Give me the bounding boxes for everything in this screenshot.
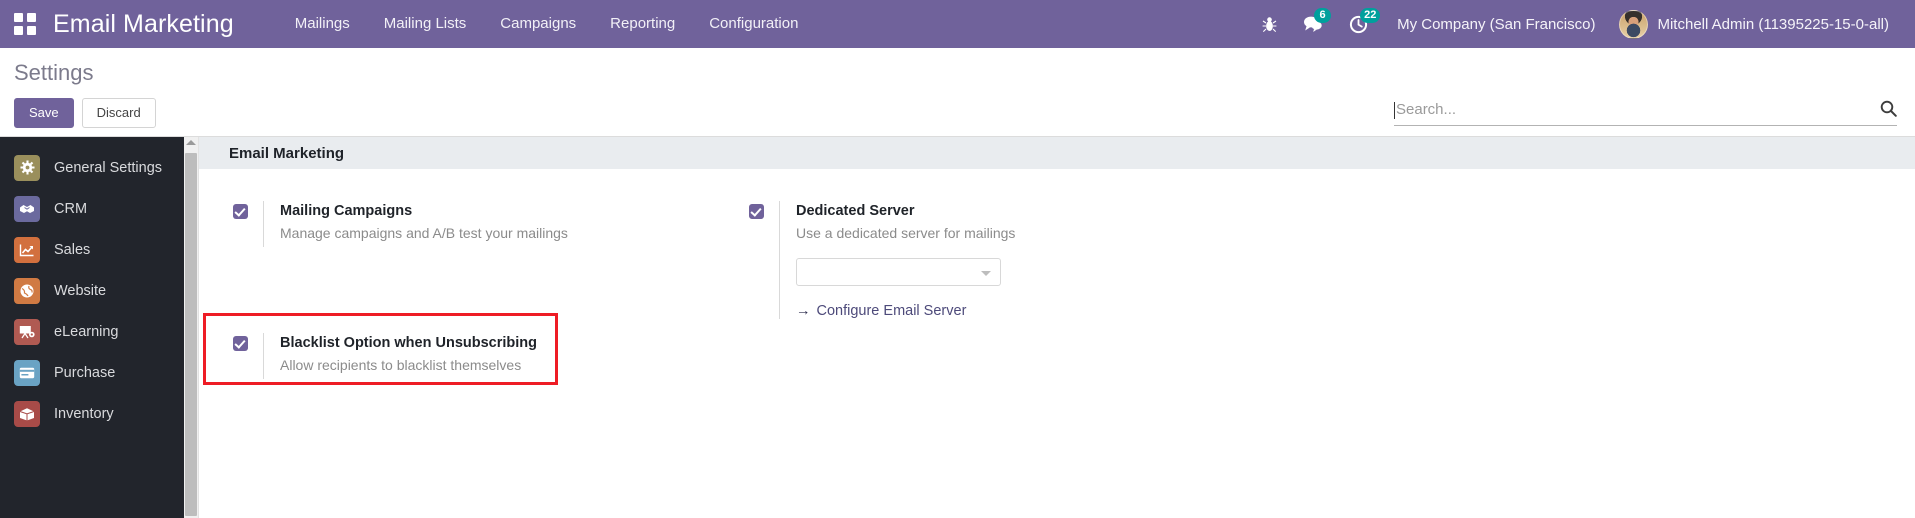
settings-content-pane: Email Marketing Mailing Campaigns Manage… [199,137,1915,518]
settings-body: General Settings CRM Sales Website eLear… [0,137,1915,518]
apps-grid-icon[interactable] [14,13,36,35]
search-bar[interactable]: Search... [1394,100,1897,126]
settings-column-right: Dedicated Server Use a dedicated server … [735,195,1251,385]
apps-grid-cell [14,26,23,35]
control-panel: Settings Save Discard Search... [0,48,1915,137]
section-title: Email Marketing [199,137,1915,169]
setting-title[interactable]: Dedicated Server [796,201,1015,222]
menu-item-mailings[interactable]: Mailings [278,0,367,48]
card-icon [14,359,40,386]
main-menu: Mailings Mailing Lists Campaigns Reporti… [278,0,816,48]
setting-text: Blacklist Option when Unsubscribing Allo… [263,333,537,379]
user-menu[interactable]: Mitchell Admin (11395225-15-0-all) [1611,9,1897,39]
sidebar-item-label: Inventory [54,405,114,422]
save-button[interactable]: Save [14,98,74,128]
gear-icon [14,154,40,181]
sidebar-item-sales[interactable]: Sales [0,229,184,270]
dedicated-server-checkbox[interactable] [749,204,764,219]
setting-text: Dedicated Server Use a dedicated server … [779,201,1015,319]
setting-dedicated-server: Dedicated Server Use a dedicated server … [735,195,1251,325]
setting-title[interactable]: Blacklist Option when Unsubscribing [280,333,537,354]
globe-icon [14,277,40,304]
globe-glyph [20,284,34,297]
menu-item-campaigns[interactable]: Campaigns [483,0,593,48]
box-icon [14,400,40,427]
text-cursor [1394,101,1395,119]
chart-up-glyph [19,244,34,256]
sidebar-item-inventory[interactable]: Inventory [0,393,184,434]
configure-email-server-link[interactable]: → Configure Email Server [796,303,1015,319]
chart-up-icon [14,236,40,263]
sidebar-item-website[interactable]: Website [0,270,184,311]
settings-sidebar: General Settings CRM Sales Website eLear… [0,137,184,518]
setting-mailing-campaigns: Mailing Campaigns Manage campaigns and A… [219,195,735,253]
sidebar-item-label: General Settings [54,159,163,176]
search-icon[interactable] [1880,100,1897,120]
blacklist-option-checkbox[interactable] [233,336,248,351]
sidebar-item-purchase[interactable]: Purchase [0,352,184,393]
presentation-glyph [19,325,35,338]
avatar [1619,9,1649,39]
company-switcher[interactable]: My Company (San Francisco) [1381,16,1611,33]
navbar-right-section: 6 22 My Company (San Francisco) Mitchell… [1249,0,1897,48]
arrow-right-icon: → [796,303,811,319]
messages-badge: 6 [1314,8,1332,23]
setting-title[interactable]: Mailing Campaigns [280,201,568,222]
breadcrumb: Settings [14,60,94,85]
vertical-scrollbar[interactable] [184,137,199,518]
settings-column-left: Mailing Campaigns Manage campaigns and A… [219,195,735,385]
settings-grid: Mailing Campaigns Manage campaigns and A… [199,169,1915,385]
menu-item-configuration[interactable]: Configuration [692,0,815,48]
menu-item-mailing-lists[interactable]: Mailing Lists [367,0,484,48]
top-navbar: Email Marketing Mailings Mailing Lists C… [0,0,1915,48]
box-glyph [19,407,35,420]
setting-description: Manage campaigns and A/B test your maili… [280,225,568,241]
app-brand-title[interactable]: Email Marketing [53,10,234,39]
mail-server-select[interactable] [796,258,1001,286]
sidebar-item-label: eLearning [54,323,119,340]
sidebar-item-general-settings[interactable]: General Settings [0,147,184,188]
handshake-glyph [20,204,34,213]
sidebar-item-elearning[interactable]: eLearning [0,311,184,352]
sidebar-item-label: Website [54,282,107,299]
sidebar-item-label: Purchase [54,364,116,381]
setting-text: Mailing Campaigns Manage campaigns and A… [263,201,568,247]
card-glyph [19,367,35,378]
action-buttons: Save Discard [14,98,156,128]
apps-grid-cell [14,13,23,22]
sidebar-item-label: Sales [54,241,91,258]
search-input[interactable]: Search... [1396,101,1880,119]
gear-glyph [20,160,34,175]
apps-grid-cell [27,26,36,35]
magnifier-glyph [1880,100,1897,117]
mailing-campaigns-checkbox[interactable] [233,204,248,219]
handshake-icon [14,195,40,222]
setting-blacklist-option: Blacklist Option when Unsubscribing Allo… [219,327,735,385]
activities-icon[interactable]: 22 [1336,0,1381,48]
messages-icon[interactable]: 6 [1290,0,1336,48]
setting-description: Use a dedicated server for mailings [796,225,1016,241]
setting-description: Allow recipients to blacklist themselves [280,357,522,373]
configure-email-server-label: Configure Email Server [816,303,967,319]
scrollbar-thumb[interactable] [185,153,197,516]
sidebar-item-crm[interactable]: CRM [0,188,184,229]
presentation-icon [14,318,40,345]
sidebar-item-label: CRM [54,200,88,217]
bug-glyph [1262,16,1277,32]
apps-grid-cell [27,13,36,22]
chevron-down-icon [981,271,991,276]
activities-badge: 22 [1360,8,1381,23]
menu-item-reporting[interactable]: Reporting [593,0,692,48]
bug-icon[interactable] [1249,0,1290,48]
user-name-label: Mitchell Admin (11395225-15-0-all) [1657,15,1889,33]
discard-button[interactable]: Discard [81,98,156,128]
scroll-up-arrow-icon[interactable] [186,140,196,145]
